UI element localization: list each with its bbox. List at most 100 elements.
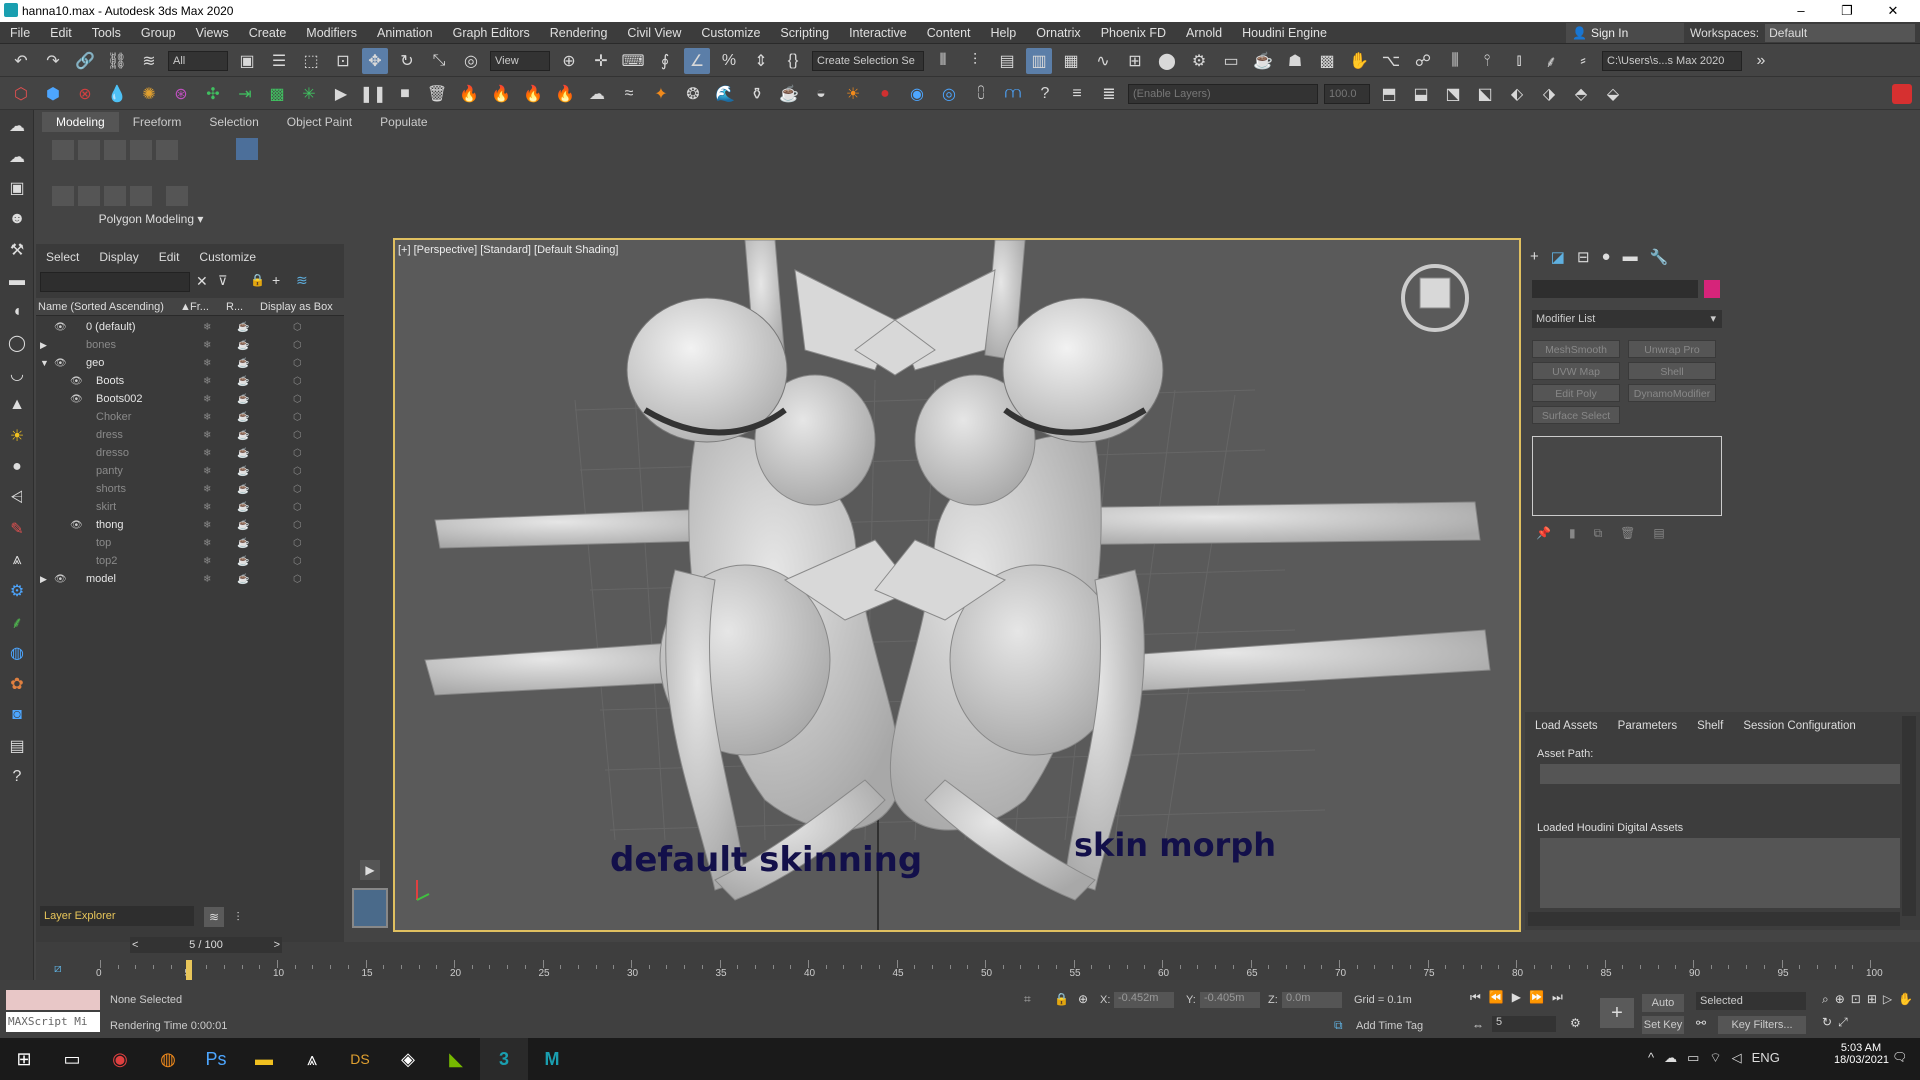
absolute-mode-icon[interactable]: ⊕ bbox=[1078, 992, 1088, 1006]
place-icon[interactable]: ◎ bbox=[458, 48, 484, 74]
gear-icon[interactable]: ⚙ bbox=[0, 575, 34, 606]
phoenix-forward-icon[interactable]: ⇥ bbox=[232, 81, 258, 107]
help-icon[interactable]: ? bbox=[1032, 81, 1058, 107]
visibility-eye-icon[interactable]: 👁 bbox=[70, 376, 83, 387]
ribbon-tool-9-icon[interactable] bbox=[130, 186, 152, 206]
toggle-ribbon-icon[interactable]: ▦ bbox=[1058, 48, 1084, 74]
time-slider[interactable]: < 5 / 100 > bbox=[130, 937, 282, 953]
notifications-icon[interactable]: 🗨 bbox=[1892, 1050, 1907, 1064]
clock[interactable]: 5:03 AM 18/03/2021 bbox=[1834, 1042, 1889, 1066]
freeze-icon[interactable]: ❄ bbox=[203, 412, 211, 423]
renderable-icon[interactable]: ☕ bbox=[237, 340, 249, 351]
scene-menu-select[interactable]: Select bbox=[36, 246, 89, 268]
scene-row[interactable]: ▶ bones ❄ ☕ ⬡ bbox=[36, 336, 344, 354]
menu-group[interactable]: Group bbox=[131, 26, 186, 40]
curve-editor-toggle-icon[interactable]: ⧄ bbox=[54, 961, 62, 976]
phoenix-particle-icon[interactable]: ✣ bbox=[200, 81, 226, 107]
tab-freeform[interactable]: Freeform bbox=[119, 112, 196, 132]
show-end-result-icon[interactable]: ▮ bbox=[1569, 526, 1576, 542]
menu-arnold[interactable]: Arnold bbox=[1176, 26, 1232, 40]
frame-icon[interactable]: ▣ bbox=[0, 172, 34, 203]
col-fr[interactable]: Fr... bbox=[190, 301, 209, 313]
link-icon[interactable]: 🔗 bbox=[72, 48, 98, 74]
menu-tools[interactable]: Tools bbox=[82, 26, 131, 40]
box-icon[interactable]: ▤ bbox=[0, 730, 34, 761]
unlink-icon[interactable]: ⛓ bbox=[104, 48, 130, 74]
add-layer-icon[interactable]: + bbox=[272, 272, 280, 288]
renderable-icon[interactable]: ☕ bbox=[237, 358, 249, 369]
ribbon-tool-1-icon[interactable] bbox=[52, 140, 74, 160]
filter-icon[interactable]: ⊽ bbox=[218, 273, 228, 289]
col-name[interactable]: Name (Sorted Ascending) bbox=[38, 301, 164, 313]
layer-tool-3-icon[interactable]: ⬔ bbox=[1440, 81, 1466, 107]
bind-spacewarp-icon[interactable]: ≋ bbox=[136, 48, 162, 74]
z-coordinate-field[interactable]: 0.0m bbox=[1282, 992, 1342, 1008]
modifier-stack[interactable] bbox=[1532, 436, 1722, 516]
layer-stack-toggle-icon[interactable]: ≋ bbox=[204, 907, 224, 927]
layer-tool-7-icon[interactable]: ⬘ bbox=[1568, 81, 1594, 107]
display-as-box-icon[interactable]: ⬡ bbox=[293, 376, 302, 387]
snaps-icon[interactable]: ∮ bbox=[652, 48, 678, 74]
scene-search-input[interactable] bbox=[40, 272, 190, 292]
cherry-icon[interactable]: ● bbox=[872, 81, 898, 107]
auto-key-button[interactable]: Auto Key bbox=[1642, 994, 1684, 1027]
blender-icon[interactable]: ⩓ bbox=[288, 1038, 336, 1080]
layer-explorer-icon[interactable]: ▤ bbox=[994, 48, 1020, 74]
set-key-big-icon[interactable]: + bbox=[1600, 998, 1634, 1028]
display-as-box-icon[interactable]: ⬡ bbox=[293, 322, 302, 333]
maxscript-listener-pink[interactable] bbox=[6, 990, 100, 1010]
window-crossing-icon[interactable]: ⊡ bbox=[330, 48, 356, 74]
scene-row[interactable]: 👁 Boots002 ❄ ☕ ⬡ bbox=[36, 390, 344, 408]
cone-icon[interactable]: ▲ bbox=[0, 389, 34, 420]
scene-row[interactable]: top2 ❄ ☕ ⬡ bbox=[36, 552, 344, 570]
visibility-eye-icon[interactable]: 👁 bbox=[70, 520, 83, 531]
bowl-icon[interactable]: ◒ bbox=[808, 81, 834, 107]
next-frame-icon[interactable]: > bbox=[274, 937, 280, 953]
menu-phoenix-fd[interactable]: Phoenix FD bbox=[1091, 26, 1176, 40]
phoenix-liquid-icon[interactable]: ⬢ bbox=[40, 81, 66, 107]
modify-tab-icon[interactable]: ◪ bbox=[1551, 248, 1565, 268]
sun-icon[interactable]: ☀ bbox=[840, 81, 866, 107]
freeze-icon[interactable]: ❄ bbox=[203, 556, 211, 567]
percent-snap-icon[interactable]: % bbox=[716, 48, 742, 74]
mirror-icon[interactable]: ⫴ bbox=[930, 48, 956, 74]
tab-load-assets[interactable]: Load Assets bbox=[1525, 716, 1608, 736]
ref-coord-dropdown[interactable]: View bbox=[490, 50, 550, 71]
play-animation-icon[interactable]: ▶ bbox=[1512, 990, 1521, 1008]
scene-row[interactable]: ▶ 👁 model ❄ ☕ ⬡ bbox=[36, 570, 344, 588]
zoom-extents-icon[interactable]: ⊡ bbox=[1851, 992, 1861, 1009]
fov-icon[interactable]: ▷ bbox=[1883, 992, 1892, 1009]
houdini-hscrollbar[interactable] bbox=[1528, 912, 1900, 926]
zoom-all-icon[interactable]: ⊕ bbox=[1835, 992, 1845, 1009]
phoenix-grid-icon[interactable]: ⬡ bbox=[8, 81, 34, 107]
prev-frame-icon[interactable]: < bbox=[132, 937, 138, 953]
toggle-scene-explorer-icon[interactable]: ▥ bbox=[1026, 47, 1052, 74]
uvw-map-button[interactable]: UVW Map bbox=[1532, 362, 1620, 380]
onedrive-icon[interactable]: ☁ bbox=[1664, 1050, 1677, 1066]
shell-button[interactable]: Shell bbox=[1628, 362, 1716, 380]
edit-poly-button[interactable]: Edit Poly bbox=[1532, 384, 1620, 402]
menu-scripting[interactable]: Scripting bbox=[770, 26, 839, 40]
display-as-box-icon[interactable]: ⬡ bbox=[293, 430, 302, 441]
stairs-icon[interactable]: ⩤ bbox=[0, 482, 34, 513]
menu-views[interactable]: Views bbox=[186, 26, 239, 40]
chrome-icon[interactable]: ◉ bbox=[96, 1038, 144, 1080]
dynamomodifier-button[interactable]: DynamoModifier bbox=[1628, 384, 1716, 402]
grass-icon[interactable]: ⸙ bbox=[0, 606, 34, 637]
tab-object-paint[interactable]: Object Paint bbox=[273, 112, 366, 132]
scene-menu-edit[interactable]: Edit bbox=[149, 246, 190, 268]
meshsmooth-button[interactable]: MeshSmooth bbox=[1532, 340, 1620, 358]
freeze-icon[interactable]: ❄ bbox=[203, 502, 211, 513]
display-as-box-icon[interactable]: ⬡ bbox=[293, 340, 302, 351]
comment-icon[interactable]: ☍ bbox=[1410, 48, 1436, 74]
key-selection-dropdown[interactable]: Selected bbox=[1696, 992, 1806, 1010]
layers-icon[interactable]: ≋ bbox=[296, 272, 308, 289]
align-icon[interactable]: ⫶ bbox=[962, 48, 988, 74]
menu-modifiers[interactable]: Modifiers bbox=[296, 26, 367, 40]
layer-stack-2-icon[interactable]: ≣ bbox=[1096, 81, 1122, 107]
tab-shelf[interactable]: Shelf bbox=[1687, 716, 1733, 736]
col-display-as-box[interactable]: Display as Box bbox=[260, 301, 333, 313]
viewport-label[interactable]: [+] [Perspective] [Standard] [Default Sh… bbox=[398, 244, 618, 256]
freeze-icon[interactable]: ❄ bbox=[203, 430, 211, 441]
fire-sim-4-icon[interactable]: 🔥 bbox=[552, 81, 578, 107]
